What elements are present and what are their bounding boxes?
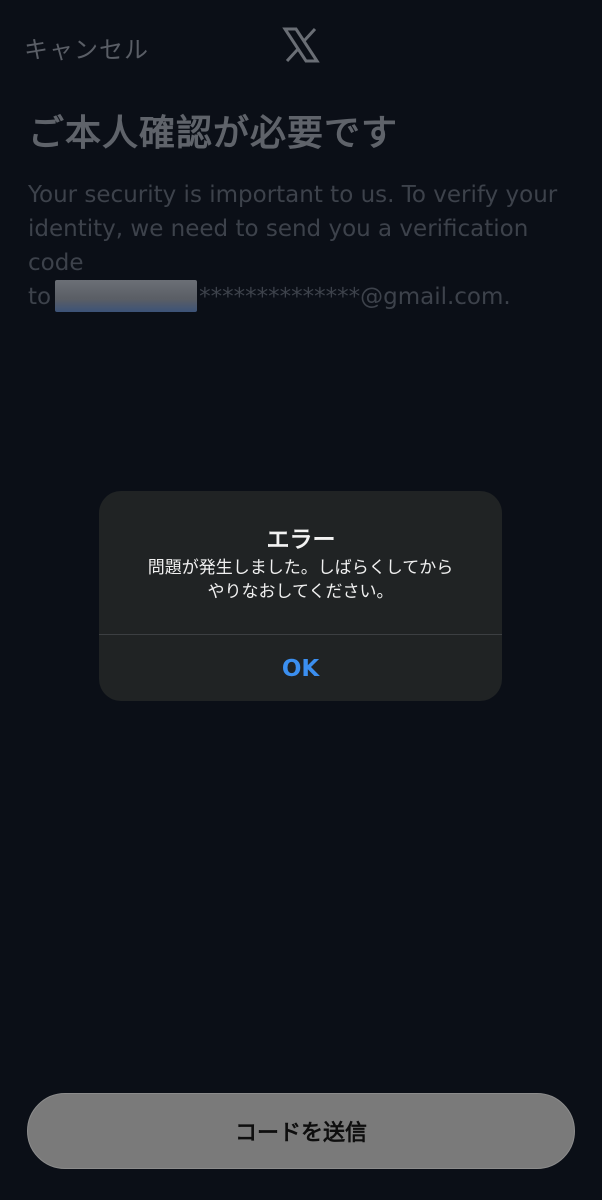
- ok-button[interactable]: OK: [99, 636, 502, 701]
- alert-message-line-2: やりなおしてください。: [207, 582, 394, 602]
- description-prefix: to: [28, 284, 52, 310]
- redacted-email-block: [55, 280, 198, 312]
- x-logo-icon: [282, 27, 320, 63]
- alert-title: エラー: [266, 527, 336, 553]
- alert-divider: [99, 634, 502, 635]
- alert-message: 問題が発生しました。しばらくしてから やりなおしてください。: [120, 556, 481, 604]
- masked-email: **************@gmail.com.: [199, 284, 511, 310]
- description-line-3: to **************@gmail.com.: [28, 280, 578, 314]
- description-line-1: Your security is important to us. To ver…: [28, 182, 558, 208]
- description: Your security is important to us. To ver…: [28, 178, 578, 314]
- verification-screen: キャンセル ご本人確認が必要です Your security is import…: [0, 0, 602, 1200]
- page-title: ご本人確認が必要です: [28, 113, 399, 154]
- send-code-button[interactable]: コードを送信: [27, 1093, 575, 1169]
- cancel-button[interactable]: キャンセル: [24, 30, 149, 65]
- alert-message-line-1: 問題が発生しました。しばらくしてから: [147, 558, 454, 578]
- description-line-2: identity, we need to send you a verifica…: [28, 216, 529, 276]
